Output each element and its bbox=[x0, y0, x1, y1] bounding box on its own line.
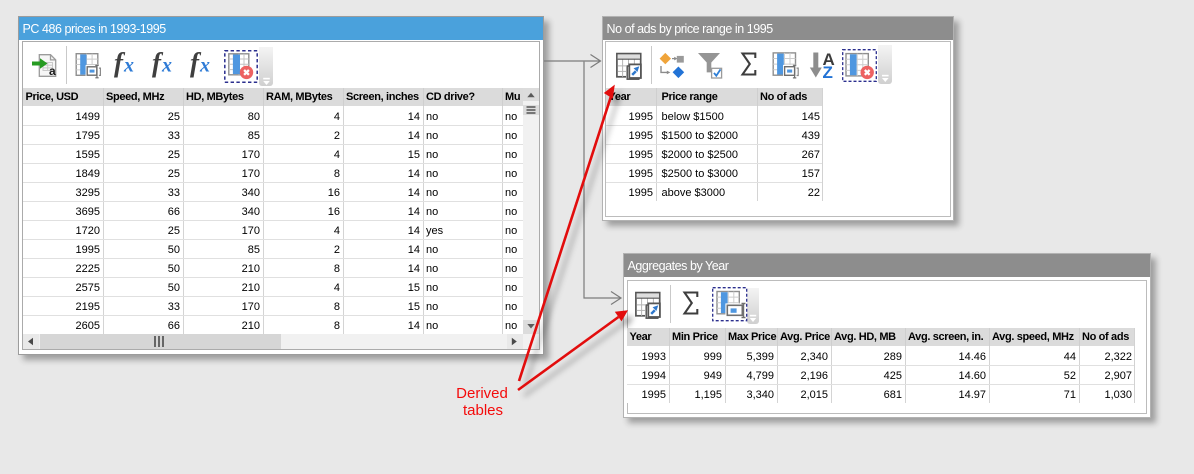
svg-text:tables: tables bbox=[463, 402, 503, 419]
svg-text:Derived: Derived bbox=[456, 385, 508, 402]
